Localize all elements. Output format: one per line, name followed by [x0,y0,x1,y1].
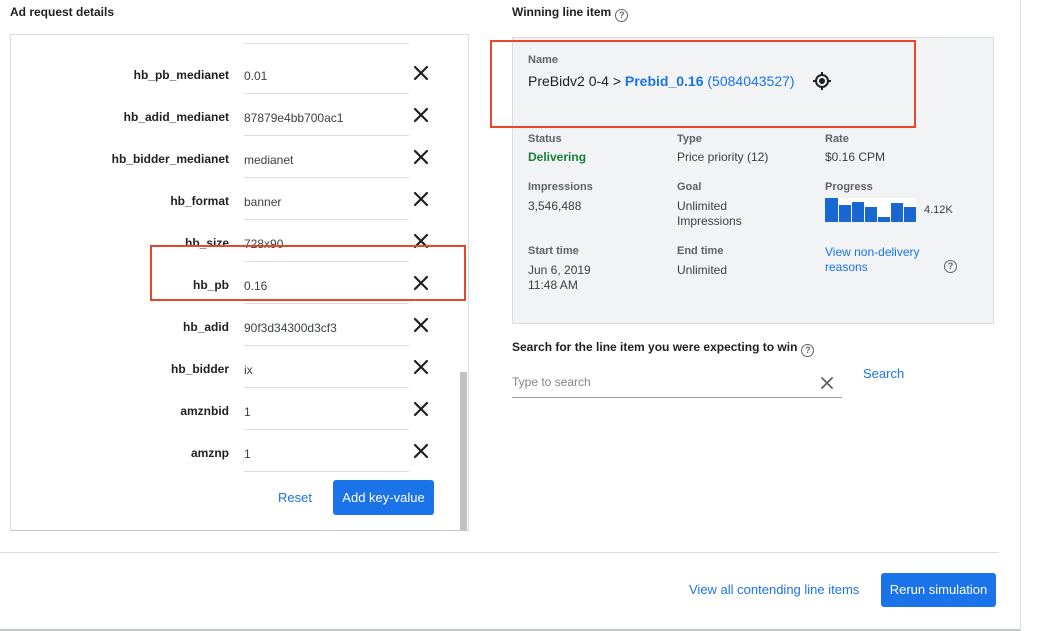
kv-key: amznp [190,446,229,460]
progress-label: Progress [825,181,873,193]
progress-value: 4.12K [924,204,953,216]
footer-divider [0,552,999,553]
start-time: 11:48 AM [528,278,578,292]
kv-value-field[interactable]: 1 [244,388,409,430]
kv-value-field[interactable]: banner [244,178,409,220]
search-title: Search for the line item you were expect… [512,340,815,357]
kv-key: hb_pb_medianet [133,68,229,82]
hb-pb-highlight [150,245,466,301]
status-value: Delivering [528,150,587,164]
progress-gap [839,198,851,205]
kv-key: hb_adid [182,320,229,334]
kv-row: amznp 1 [11,430,451,472]
remove-kv-icon[interactable] [411,147,431,167]
remove-kv-icon[interactable] [411,63,431,83]
search-input[interactable] [512,373,812,391]
name-highlight [490,40,916,128]
ad-request-title: Ad request details [10,5,115,19]
kv-value: ix [244,363,253,377]
kv-value: banner [244,195,282,209]
kv-row: hb_bidder_medianet medianet [11,136,451,178]
progress-gap [878,198,890,217]
kv-value: 1 [244,447,251,461]
kv-value-field[interactable]: 0.01 [244,52,409,94]
type-value: Price priority (12) [677,150,769,164]
panel-right-border [1020,0,1021,631]
winning-line-item-title: Winning line item? [512,5,629,22]
progress-gap [891,198,903,203]
winning-line-item-label: Winning line item [512,5,612,19]
kv-key: hb_format [170,194,229,208]
non-delivery-link-2[interactable]: reasons [825,260,868,275]
kv-value-field[interactable]: ix [244,346,409,388]
kv-value: 90f3d34300d3cf3 [244,321,337,335]
view-all-contending-link[interactable]: View all contending line items [689,582,859,597]
kv-value-field[interactable]: 1 [244,430,409,472]
help-icon[interactable]: ? [615,9,629,22]
kv-key: hb_bidder [170,362,229,376]
kv-key: amznbid [180,404,229,418]
rate-label: Rate [825,133,849,145]
remove-kv-icon[interactable] [411,357,431,377]
kv-row: hb_pb_medianet 0.01 [11,52,451,94]
rate-value: $0.16 CPM [825,150,886,164]
start-date: Jun 6, 2019 [528,263,591,277]
search-button[interactable]: Search [863,366,904,381]
kv-row: amznbid 1 [11,388,451,430]
remove-kv-icon[interactable] [411,441,431,461]
remove-kv-icon[interactable] [411,189,431,209]
progress-bar [825,198,916,222]
kv-row: hb_format banner [11,178,451,220]
impressions-value: 3,546,488 [528,199,582,213]
kv-row: hb_bidder ix [11,346,451,388]
end-time-value: Unlimited [677,263,728,277]
progress-gap [904,198,916,207]
impressions-label: Impressions [528,181,593,193]
help-icon[interactable]: ? [801,344,815,357]
clear-icon[interactable] [818,374,836,392]
reset-button[interactable]: Reset [278,490,312,505]
kv-value-field[interactable]: 90f3d34300d3cf3 [244,304,409,346]
remove-kv-icon[interactable] [411,315,431,335]
goal-unit: Impressions [677,214,742,228]
goal-value: Unlimited [677,199,728,213]
key-value-top-line [244,43,409,44]
remove-kv-icon[interactable] [411,399,431,419]
help-icon[interactable]: ? [944,260,957,273]
type-label: Type [677,133,702,145]
status-label: Status [528,133,562,145]
remove-kv-icon[interactable] [411,105,431,125]
kv-row: hb_adid_medianet 87879e4bb700ac1 [11,94,451,136]
kv-key: hb_bidder_medianet [111,152,229,166]
goal-label: Goal [677,181,702,193]
kv-value: 0.01 [244,69,268,83]
kv-value: medianet [244,153,294,167]
progress-gap [852,198,864,202]
rerun-simulation-button[interactable]: Rerun simulation [881,573,996,607]
kv-row: hb_adid 90f3d34300d3cf3 [11,304,451,346]
progress-gap [865,198,877,207]
kv-value-field[interactable]: 87879e4bb700ac1 [244,94,409,136]
kv-value-field[interactable]: medianet [244,136,409,178]
search-field [512,368,842,398]
add-key-value-button[interactable]: Add key-value [333,480,434,515]
kv-value: 87879e4bb700ac1 [244,111,344,125]
end-time-label: End time [677,245,724,257]
kv-key: hb_adid_medianet [123,110,229,124]
scrollbar-thumb[interactable] [460,372,467,530]
kv-value: 1 [244,405,251,419]
start-time-label: Start time [528,245,579,257]
non-delivery-link[interactable]: View non-delivery [825,245,920,260]
search-title-text: Search for the line item you were expect… [512,340,798,354]
